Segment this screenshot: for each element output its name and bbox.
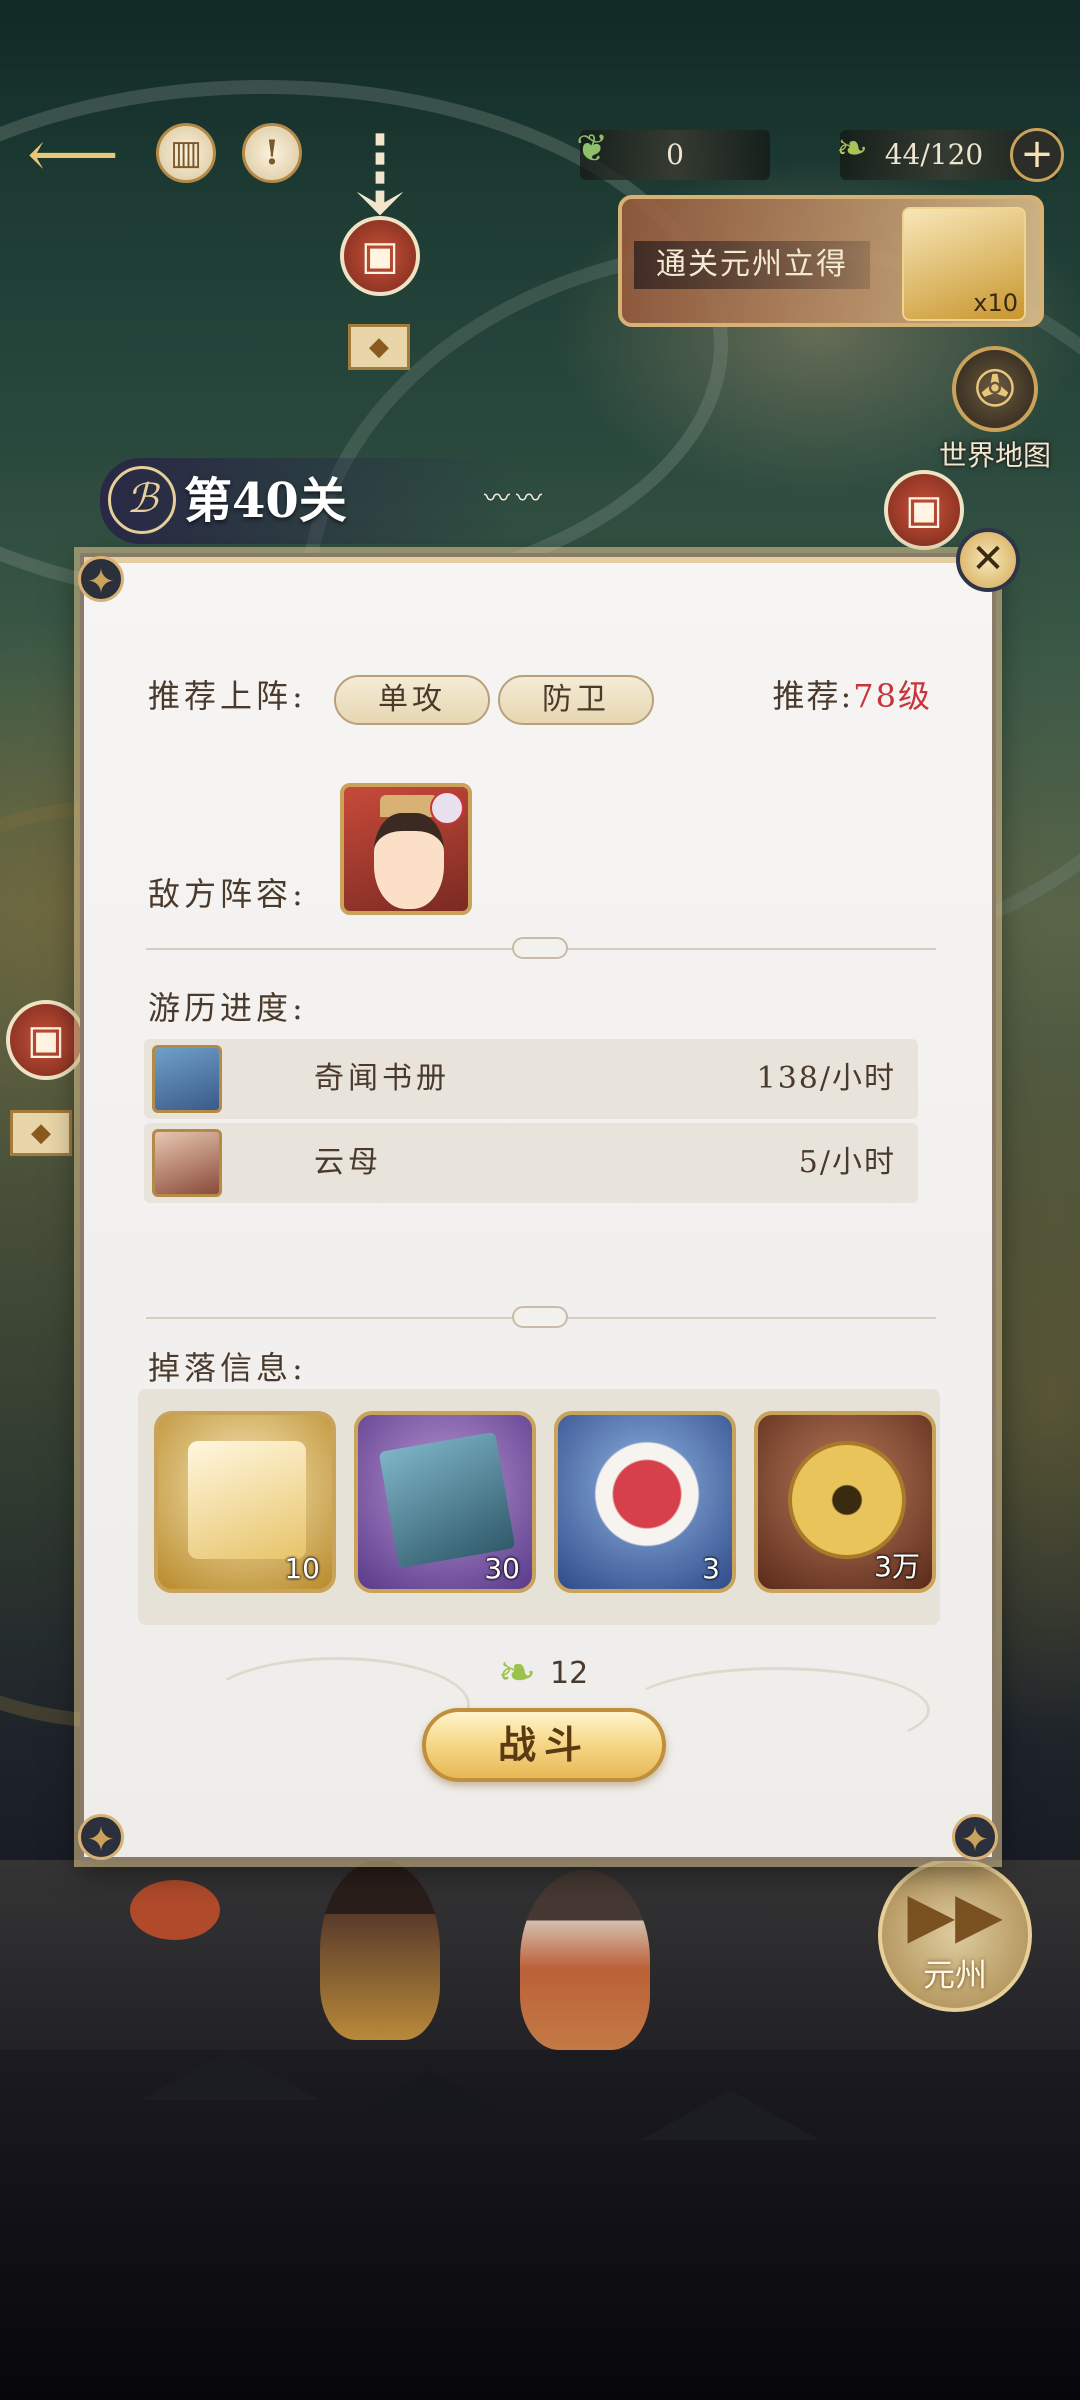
stamina-value: 44/120 — [884, 138, 984, 171]
battle-cost-value: 12 — [550, 1656, 589, 1691]
enemy-lineup-label: 敌方阵容: — [148, 875, 307, 913]
drop-item-copper-coin[interactable]: 3万 — [754, 1411, 936, 1593]
recommend-level: 推荐:78级 — [772, 671, 932, 717]
drop-count: 3 — [702, 1552, 720, 1585]
quest-reward-count: x10 — [973, 289, 1018, 317]
next-area-label: 元州 — [922, 1956, 987, 1994]
gold-ticket-icon — [188, 1441, 306, 1559]
purple-book-icon — [378, 1431, 516, 1569]
info-icon: ! — [264, 133, 280, 173]
divider — [146, 1306, 936, 1328]
corner-ornament-icon: ✦ — [78, 1814, 124, 1860]
recommend-tag-single-attack[interactable]: 单攻 — [334, 675, 490, 725]
stage-emblem-icon: ℬ — [108, 466, 176, 534]
progress-row-mica: 云母 5/小时 — [144, 1123, 918, 1203]
drop-count: 3万 — [874, 1550, 920, 1583]
stamina-leaf-icon: ❧ — [497, 1645, 537, 1699]
progress-item-name: 奇闻书册 — [314, 1061, 450, 1096]
mica-icon — [152, 1129, 222, 1197]
close-button[interactable]: ✕ — [956, 528, 1020, 592]
quest-banner[interactable]: 通关元州立得 x10 — [618, 195, 1044, 327]
birds-decoration-icon: 〰〰 — [484, 484, 549, 514]
scroll-button[interactable]: ▥ — [156, 123, 216, 183]
fast-forward-icon: ▶▶ — [907, 1878, 1003, 1951]
back-button[interactable]: ⟵ — [18, 123, 128, 187]
enemy-element-badge-icon — [430, 791, 464, 825]
dessert-bowl-icon — [588, 1441, 706, 1559]
drop-item-gold-ticket[interactable]: 10 — [154, 1411, 336, 1593]
divider-ornament — [512, 1306, 568, 1328]
recommend-level-prefix: 推荐: — [772, 677, 854, 715]
battle-button[interactable]: 战斗 — [422, 1708, 666, 1782]
drop-count: 30 — [484, 1552, 520, 1585]
stage-title: 第40关 — [184, 473, 347, 529]
lantern-prop — [130, 1880, 220, 1940]
corner-ornament-icon: ✦ — [78, 556, 124, 602]
map-stage-node[interactable]: ◆ — [348, 324, 410, 370]
enemy-face — [374, 813, 444, 909]
current-stage-marker-icon: ⇣ — [333, 111, 427, 239]
recommend-level-value: 78级 — [853, 677, 932, 715]
panel-ribbon-decoration — [84, 557, 992, 623]
drop-count: 10 — [284, 1552, 320, 1585]
recommend-tag-defense[interactable]: 防卫 — [498, 675, 654, 725]
divider — [146, 937, 936, 959]
compass-icon: ✇ — [952, 346, 1038, 432]
divider-ornament — [512, 937, 568, 959]
drop-item-dessert-bowl[interactable]: 3 — [554, 1411, 736, 1593]
add-stamina-button[interactable]: + — [1010, 128, 1064, 182]
stamina-bar: ❧ 44/120 + — [836, 126, 1064, 182]
quest-text: 通关元州立得 — [634, 241, 870, 289]
resource-leaves-value: 0 — [666, 138, 684, 171]
drops-label: 掉落信息: — [148, 1349, 307, 1387]
stage-title-banner: ℬ 第40关 — [100, 458, 520, 544]
progress-item-name: 云母 — [314, 1145, 382, 1180]
corner-ornament-icon: ✦ — [952, 1814, 998, 1860]
recommend-label: 推荐上阵: — [148, 677, 307, 715]
info-button[interactable]: ! — [242, 123, 302, 183]
map-stage-node-left[interactable]: ◆ — [10, 1110, 72, 1156]
companion-character — [520, 1870, 650, 2050]
travel-progress-label: 游历进度: — [148, 989, 307, 1027]
stamina-leaf-icon: ❧ — [836, 126, 868, 170]
map-gift-icon-right[interactable]: ▣ — [884, 470, 964, 550]
stage-detail-panel: 推荐上阵: 单攻 防卫 推荐:78级 敌方阵容: 游历进度: 奇闻书册 138/… — [80, 553, 996, 1861]
back-arrow-icon: ⟵ — [27, 118, 119, 192]
enemy-portrait[interactable] — [340, 783, 472, 915]
map-gift-icon[interactable]: ▣ — [340, 216, 420, 296]
drops-list: 10 30 3 3万 — [138, 1389, 940, 1625]
world-map-label: 世界地图 — [938, 439, 1051, 472]
close-icon: ✕ — [971, 536, 1005, 582]
quest-reward-item: x10 — [902, 207, 1026, 321]
next-area-button[interactable]: ▶▶ 元州 — [878, 1858, 1032, 2012]
scroll-icon: ▥ — [169, 133, 203, 173]
map-gift-icon-left[interactable]: ▣ — [6, 1000, 86, 1080]
progress-item-rate: 5/小时 — [798, 1145, 896, 1180]
world-map-button[interactable]: ✇ 世界地图 — [920, 346, 1070, 476]
resource-bar-leaves: ❦ 0 — [576, 126, 770, 180]
player-character — [320, 1860, 440, 2040]
drop-item-purple-book[interactable]: 30 — [354, 1411, 536, 1593]
grass-icon: ❦ — [576, 126, 608, 170]
progress-item-rate: 138/小时 — [756, 1061, 896, 1096]
progress-row-book: 奇闻书册 138/小时 — [144, 1039, 918, 1119]
book-icon — [152, 1045, 222, 1113]
copper-coin-icon — [788, 1441, 906, 1559]
cloud-decoration — [624, 1667, 930, 1753]
